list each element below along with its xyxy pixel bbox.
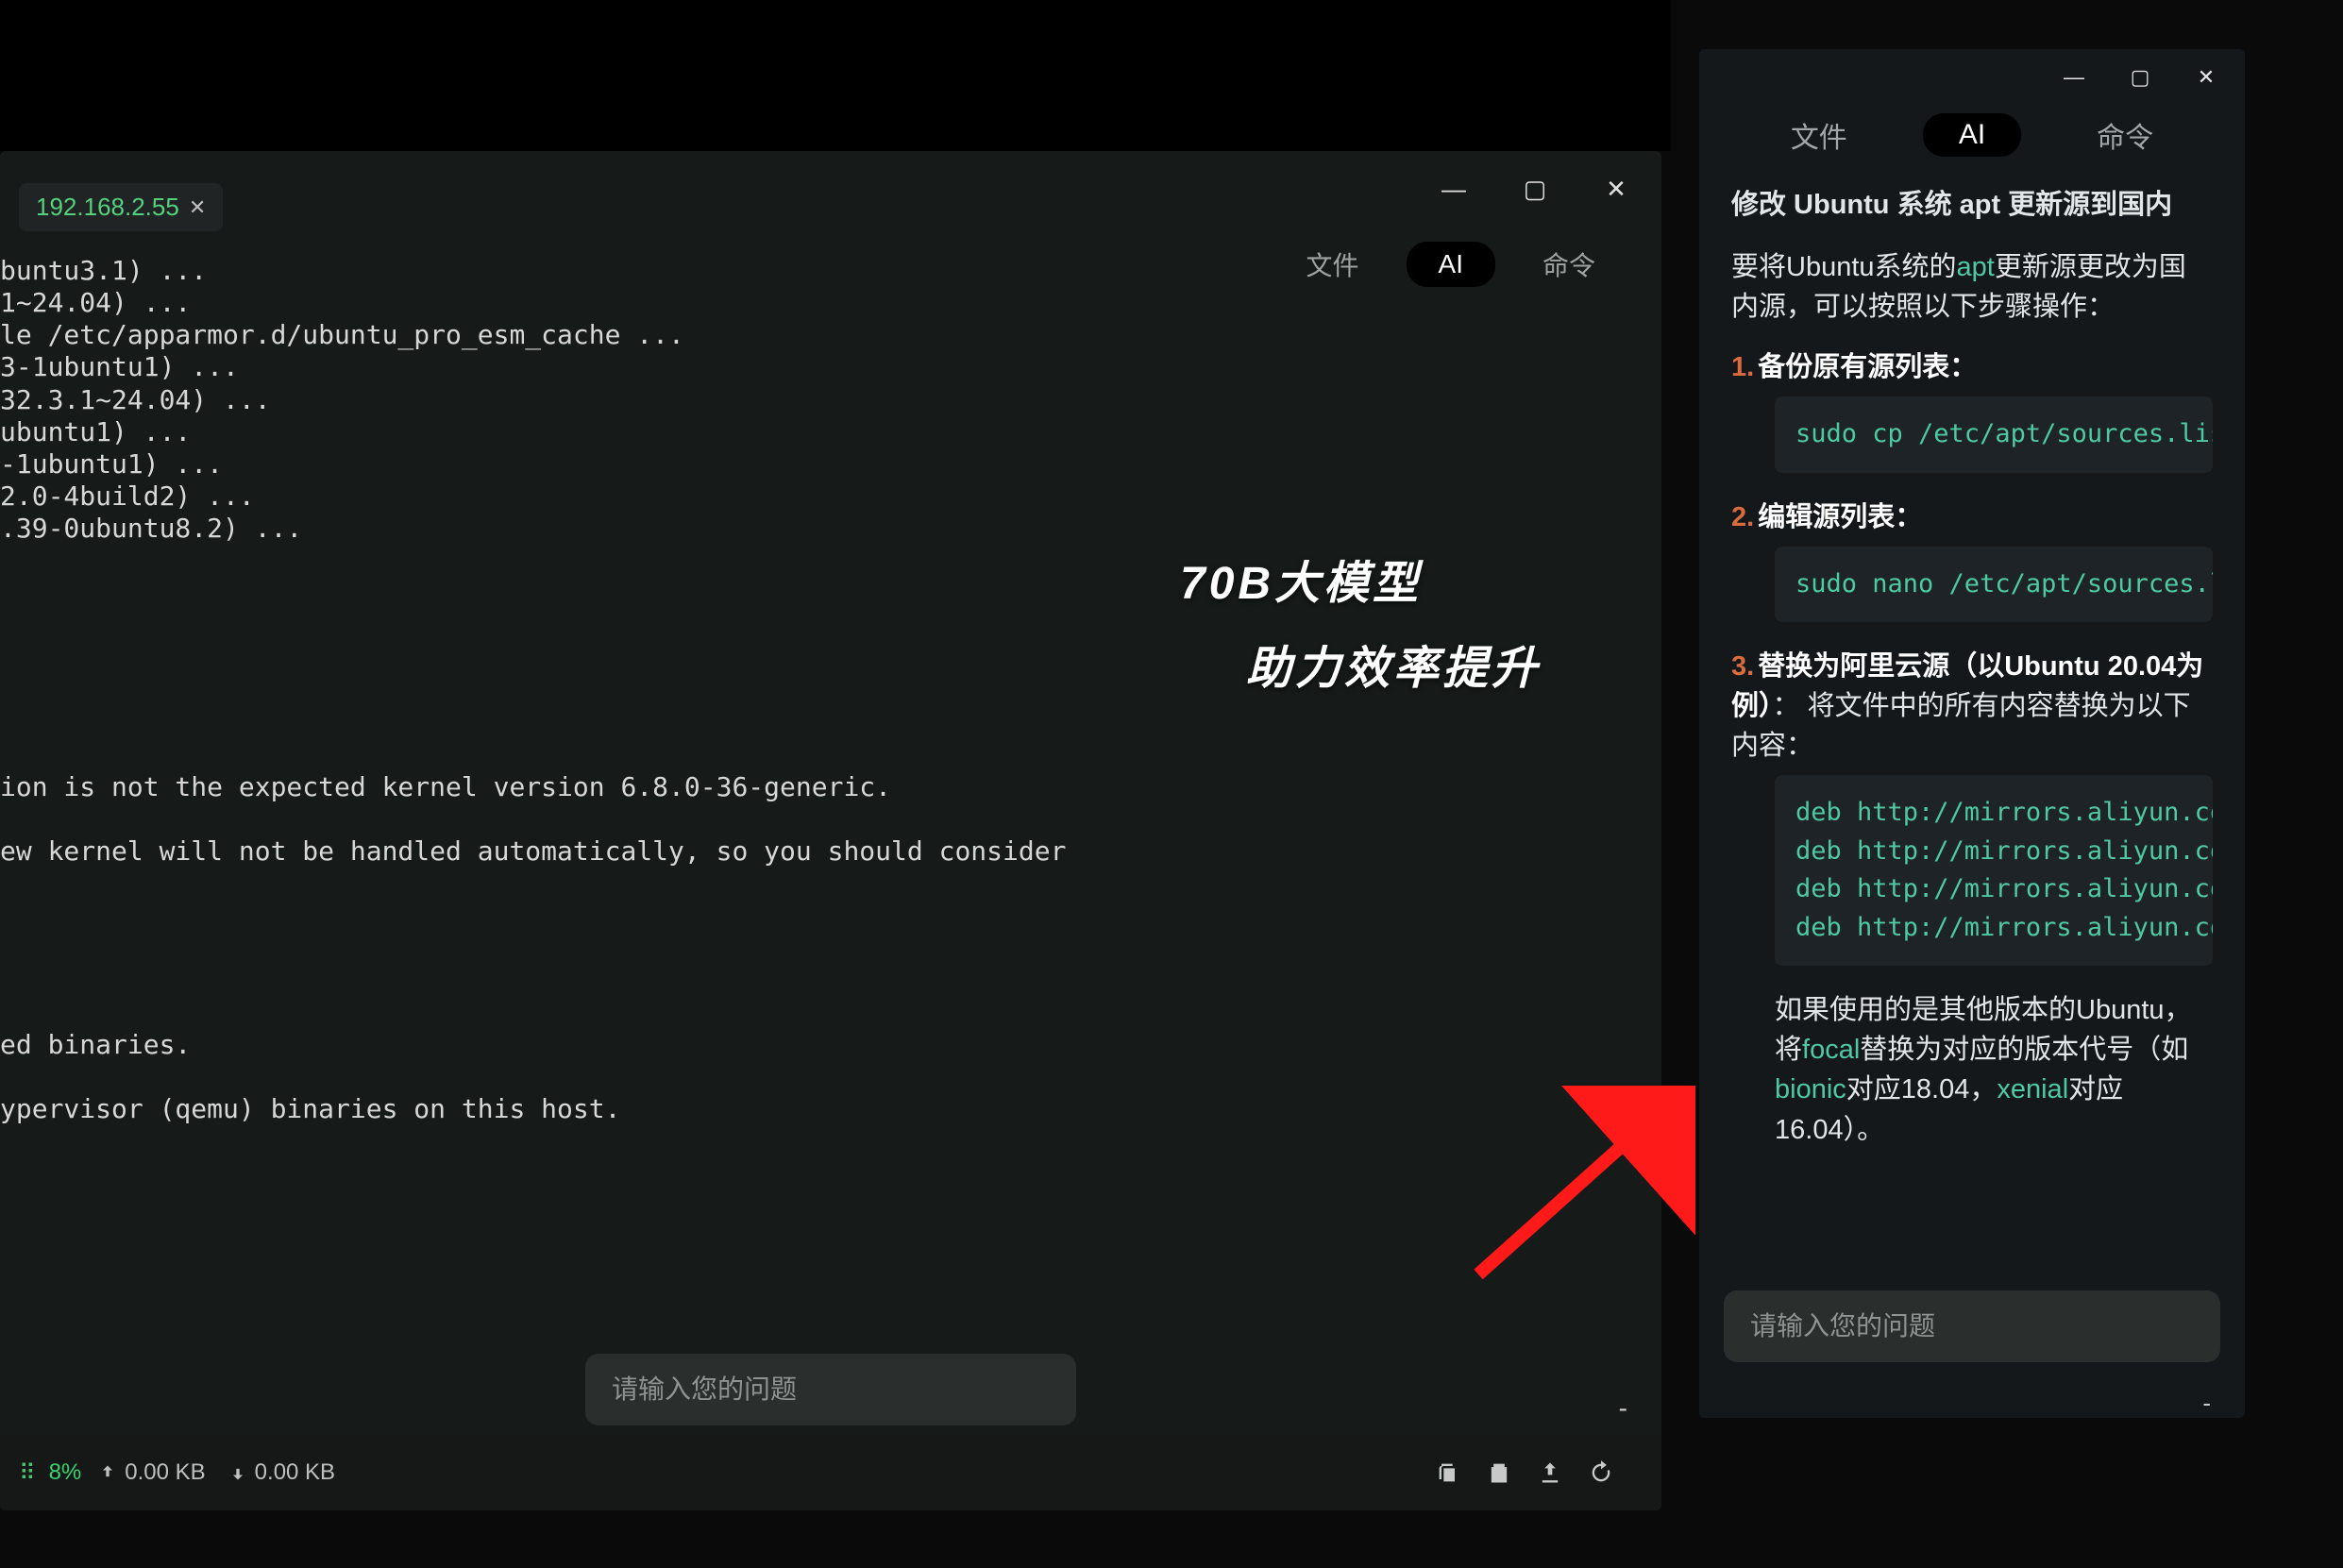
- ai-window-controls: — ▢ ✕: [1699, 49, 2245, 106]
- ai-minimize-button[interactable]: —: [2060, 63, 2088, 92]
- terminal-statusbar: ⠿ 8% 0.00 KB 0.00 KB: [0, 1435, 1661, 1510]
- status-action-icons: [1435, 1459, 1614, 1486]
- window-controls: — ▢ ✕: [1437, 172, 1633, 206]
- maximize-button[interactable]: ▢: [1518, 172, 1552, 206]
- refresh-icon[interactable]: [1588, 1459, 1614, 1486]
- ai-steps-list: 1. 备份原有源列表： sudo cp /etc/apt/sources.lis…: [1731, 347, 2213, 1149]
- video-letterbox: [0, 0, 1671, 151]
- minimize-button[interactable]: —: [1437, 172, 1471, 206]
- ai-intro: 要将Ubuntu系统的apt更新源更改为国内源，可以按照以下步骤操作：: [1731, 247, 2213, 327]
- step-2-number: 2.: [1731, 497, 1754, 537]
- version-note: 如果使用的是其他版本的Ubuntu，将focal替换为对应的版本代号（如bion…: [1775, 990, 2213, 1149]
- step-1-code[interactable]: sudo cp /etc/apt/sources.list /etc/: [1775, 396, 2213, 473]
- net-download: 0.00 KB: [228, 1459, 335, 1486]
- ai-maximize-button[interactable]: ▢: [2126, 63, 2154, 92]
- note-mid1: 替换为对应的版本代号（如: [1860, 1035, 2188, 1065]
- note-xenial: xenial: [1997, 1074, 2068, 1104]
- ai-panel-window: — ▢ ✕ 文件 AI 命令 修改 Ubuntu 系统 apt 更新源到国内 要…: [1699, 49, 2245, 1418]
- step-3-number: 3.: [1731, 651, 1754, 682]
- ai-response-content[interactable]: 修改 Ubuntu 系统 apt 更新源到国内 要将Ubuntu系统的apt更新…: [1699, 176, 2245, 1273]
- ai-intro-prefix: 要将Ubuntu系统的: [1731, 252, 1957, 282]
- step-3: 3.替换为阿里云源（以Ubuntu 20.04为例）： 将文件中的所有内容替换为…: [1731, 647, 2213, 766]
- ai-tab-file[interactable]: 文件: [1791, 114, 1847, 156]
- drag-handle-icon: ⠿: [19, 1459, 36, 1487]
- step-2: 2. 编辑源列表：: [1731, 497, 2213, 537]
- step-2-code[interactable]: sudo nano /etc/apt/sources.list: [1775, 547, 2213, 623]
- note-mid2: 对应18.04，: [1846, 1074, 1997, 1104]
- upload-icon: [98, 1463, 117, 1482]
- ai-response-title: 修改 Ubuntu 系统 apt 更新源到国内: [1731, 185, 2213, 225]
- ai-tab-ai[interactable]: AI: [1923, 113, 2021, 157]
- terminal-chat-input[interactable]: [585, 1354, 1076, 1425]
- ai-panel-collapse-icon[interactable]: -: [1699, 1389, 2245, 1418]
- step-1-label: 备份原有源列表：: [1758, 347, 1977, 387]
- terminal-window: 192.168.2.55 ✕ — ▢ ✕ 文件 AI 命令 buntu3.1) …: [0, 151, 1661, 1510]
- note-bionic: bionic: [1775, 1074, 1846, 1104]
- terminal-chat-input-wrap: [585, 1354, 1076, 1425]
- cpu-usage: 8%: [49, 1459, 82, 1486]
- net-upload: 0.00 KB: [98, 1459, 205, 1486]
- terminal-output[interactable]: buntu3.1) ... 1~24.04) ... le /etc/appar…: [0, 245, 1661, 1435]
- step-3-code[interactable]: deb http://mirrors.aliyun.com/ubu deb ht…: [1775, 775, 2213, 966]
- download-icon: [228, 1463, 247, 1482]
- close-icon[interactable]: ✕: [189, 195, 206, 220]
- step-2-label: 编辑源列表：: [1758, 497, 1922, 537]
- terminal-tab-label: 192.168.2.55: [36, 193, 179, 222]
- note-focal: focal: [1802, 1035, 1860, 1065]
- ai-chat-input[interactable]: [1724, 1290, 2220, 1362]
- upload-file-icon[interactable]: [1537, 1459, 1563, 1486]
- paste-icon[interactable]: [1486, 1459, 1512, 1486]
- ai-close-button[interactable]: ✕: [2192, 63, 2220, 92]
- step-1: 1. 备份原有源列表：: [1731, 347, 2213, 387]
- terminal-tab[interactable]: 192.168.2.55 ✕: [19, 183, 223, 231]
- promo-text-2: 助力效率提升: [1246, 631, 1541, 697]
- panel-collapse-icon[interactable]: -: [1619, 1393, 1627, 1424]
- download-value: 0.00 KB: [255, 1459, 335, 1486]
- ai-tabs: 文件 AI 命令: [1699, 106, 2245, 176]
- step-3-desc: ： 将文件中的所有内容替换为以下内容：: [1731, 691, 2191, 761]
- close-button[interactable]: ✕: [1599, 172, 1633, 206]
- promo-text-1: 70B大模型: [1180, 546, 1422, 612]
- upload-value: 0.00 KB: [125, 1459, 205, 1486]
- step-1-number: 1.: [1731, 347, 1754, 387]
- copy-icon[interactable]: [1435, 1459, 1461, 1486]
- ai-tab-cmd[interactable]: 命令: [2097, 114, 2153, 156]
- ai-intro-highlight: apt: [1957, 252, 1995, 282]
- ai-chat-input-wrap: [1699, 1273, 2245, 1389]
